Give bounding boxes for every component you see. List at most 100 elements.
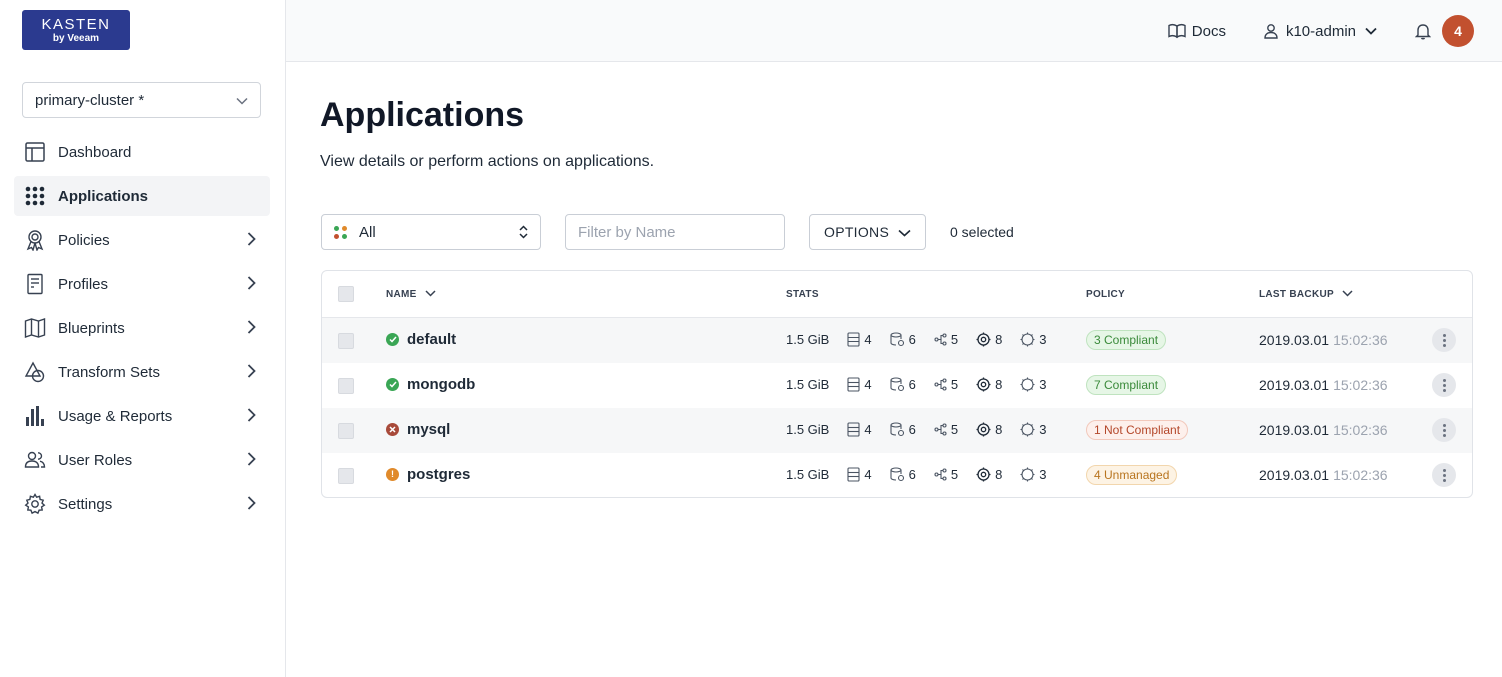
table-row[interactable]: mongodb 1.5 GiB 4 6 5 8 3 7 Compliant 20…	[322, 363, 1472, 408]
sidebar-item-transform-sets[interactable]: Transform Sets	[14, 352, 270, 392]
app-name[interactable]: mysql	[386, 421, 450, 438]
book-icon	[1168, 22, 1186, 40]
sidebar-item-blueprints[interactable]: Blueprints	[14, 308, 270, 348]
policy-status-badge[interactable]: 4 Unmanaged	[1086, 465, 1178, 485]
docs-link[interactable]: Docs	[1168, 22, 1226, 40]
app-name[interactable]: mongodb	[386, 376, 475, 393]
stat-volumes: 4	[847, 467, 872, 482]
map-icon	[24, 317, 46, 339]
page-title: Applications	[320, 96, 525, 134]
policy-status-badge[interactable]: 3 Compliant	[1086, 330, 1167, 350]
chevron-down-icon	[1362, 22, 1380, 40]
row-checkbox[interactable]	[338, 423, 354, 439]
row-checkbox[interactable]	[338, 378, 354, 394]
sidebar-item-policies[interactable]: Policies	[14, 220, 270, 260]
column-header-name[interactable]: NAME	[386, 289, 436, 300]
app-name-label: mongodb	[407, 376, 476, 393]
last-backup: 2019.03.01 15:02:36	[1259, 377, 1388, 393]
sidebar-item-settings[interactable]: Settings	[14, 484, 270, 524]
last-backup: 2019.03.01 15:02:36	[1259, 332, 1388, 348]
stack-icon	[890, 422, 904, 437]
options-label: OPTIONS	[824, 224, 890, 240]
stat-services: 3	[1020, 377, 1047, 392]
stat-volumes: 4	[847, 377, 872, 392]
chevron-right-icon	[247, 232, 256, 250]
row-checkbox[interactable]	[338, 333, 354, 349]
stack-icon	[890, 332, 904, 347]
stat-services: 3	[1020, 422, 1047, 437]
policy-ribbon-icon	[24, 229, 46, 251]
kasten-logo[interactable]: KASTEN by Veeam	[22, 10, 130, 50]
column-label: STATS	[786, 289, 819, 300]
cluster-select[interactable]: primary-cluster *	[22, 82, 261, 118]
table-row[interactable]: default 1.5 GiB 4 6 5 8 3 3 Compliant 20…	[322, 318, 1472, 363]
status-dots-icon	[334, 225, 347, 239]
policy-status-badge[interactable]: 1 Not Compliant	[1086, 420, 1189, 440]
sidebar-item-profiles[interactable]: Profiles	[14, 264, 270, 304]
stat-configs: 8	[976, 377, 1002, 392]
shapes-icon	[24, 361, 46, 383]
network-icon	[934, 468, 947, 481]
sidebar-item-label: Blueprints	[58, 319, 125, 337]
app-stats: 1.5 GiB 4 6 5 8 3	[786, 377, 1065, 392]
name-filter-input[interactable]	[565, 214, 785, 250]
app-name[interactable]: default	[386, 331, 456, 348]
stat-artifacts: 6	[890, 332, 916, 347]
stat-configs: 8	[976, 467, 1002, 482]
profile-doc-icon	[24, 273, 46, 295]
chevron-down-icon	[236, 92, 248, 109]
options-button[interactable]: OPTIONS	[809, 214, 926, 250]
sidebar-item-applications[interactable]: Applications	[14, 176, 270, 216]
sidebar-item-usage-reports[interactable]: Usage & Reports	[14, 396, 270, 436]
chevron-right-icon	[247, 276, 256, 294]
column-header-last-backup[interactable]: LAST BACKUP	[1259, 289, 1353, 300]
sidebar-item-dashboard[interactable]: Dashboard	[14, 132, 270, 172]
status-filter-select[interactable]: All	[321, 214, 541, 250]
sidebar: primary-cluster * Dashboard Applications…	[0, 62, 286, 677]
sidebar-item-user-roles[interactable]: User Roles	[14, 440, 270, 480]
select-all-checkbox[interactable]	[338, 286, 354, 302]
stat-workloads: 5	[934, 377, 958, 392]
row-actions-menu-icon[interactable]	[1432, 373, 1456, 397]
docs-label: Docs	[1191, 22, 1226, 40]
stat-services: 3	[1020, 332, 1047, 347]
sidebar-item-label: Policies	[58, 231, 110, 249]
policy-status-badge[interactable]: 7 Compliant	[1086, 375, 1167, 395]
chevron-right-icon	[247, 496, 256, 514]
notifications-button[interactable]	[1414, 22, 1432, 40]
app-stats: 1.5 GiB 4 6 5 8 3	[786, 467, 1065, 482]
sidebar-item-label: Profiles	[58, 275, 109, 293]
logo-area: KASTEN by Veeam	[0, 0, 286, 62]
stat-artifacts: 6	[890, 467, 916, 482]
stat-services: 3	[1020, 467, 1047, 482]
last-backup: 2019.03.01 15:02:36	[1259, 467, 1388, 483]
row-checkbox[interactable]	[338, 468, 354, 484]
gear-icon	[24, 493, 46, 515]
stat-artifacts: 6	[890, 377, 916, 392]
select-arrows-icon	[519, 225, 528, 243]
user-label: k10-admin	[1285, 22, 1356, 40]
table-row[interactable]: mysql 1.5 GiB 4 6 5 8 3 1 Not Compliant …	[322, 408, 1472, 453]
cog-filled-icon	[976, 332, 991, 347]
app-stats: 1.5 GiB 4 6 5 8 3	[786, 332, 1065, 347]
chevron-right-icon	[247, 320, 256, 338]
page-subtitle: View details or perform actions on appli…	[320, 153, 655, 170]
cluster-label: primary-cluster *	[35, 91, 145, 109]
stack-icon	[890, 467, 904, 482]
notification-count-badge[interactable]: 4	[1442, 15, 1474, 47]
app-name[interactable]: ! postgres	[386, 466, 470, 483]
table-row[interactable]: ! postgres 1.5 GiB 4 6 5 8 3 4 Unmanaged…	[322, 453, 1472, 497]
dashboard-icon	[24, 141, 46, 163]
chevron-right-icon	[247, 408, 256, 426]
row-actions-menu-icon[interactable]	[1432, 463, 1456, 487]
bell-icon	[1414, 22, 1432, 40]
selected-count: 0 selected	[950, 224, 1014, 240]
stat-configs: 8	[976, 422, 1002, 437]
row-actions-menu-icon[interactable]	[1432, 328, 1456, 352]
warning-exclamation-icon: !	[386, 468, 399, 481]
user-menu[interactable]: k10-admin	[1262, 22, 1380, 40]
sidebar-item-label: Settings	[58, 495, 113, 513]
row-actions-menu-icon[interactable]	[1432, 418, 1456, 442]
success-check-icon	[386, 333, 399, 346]
app-name-label: default	[407, 331, 457, 348]
